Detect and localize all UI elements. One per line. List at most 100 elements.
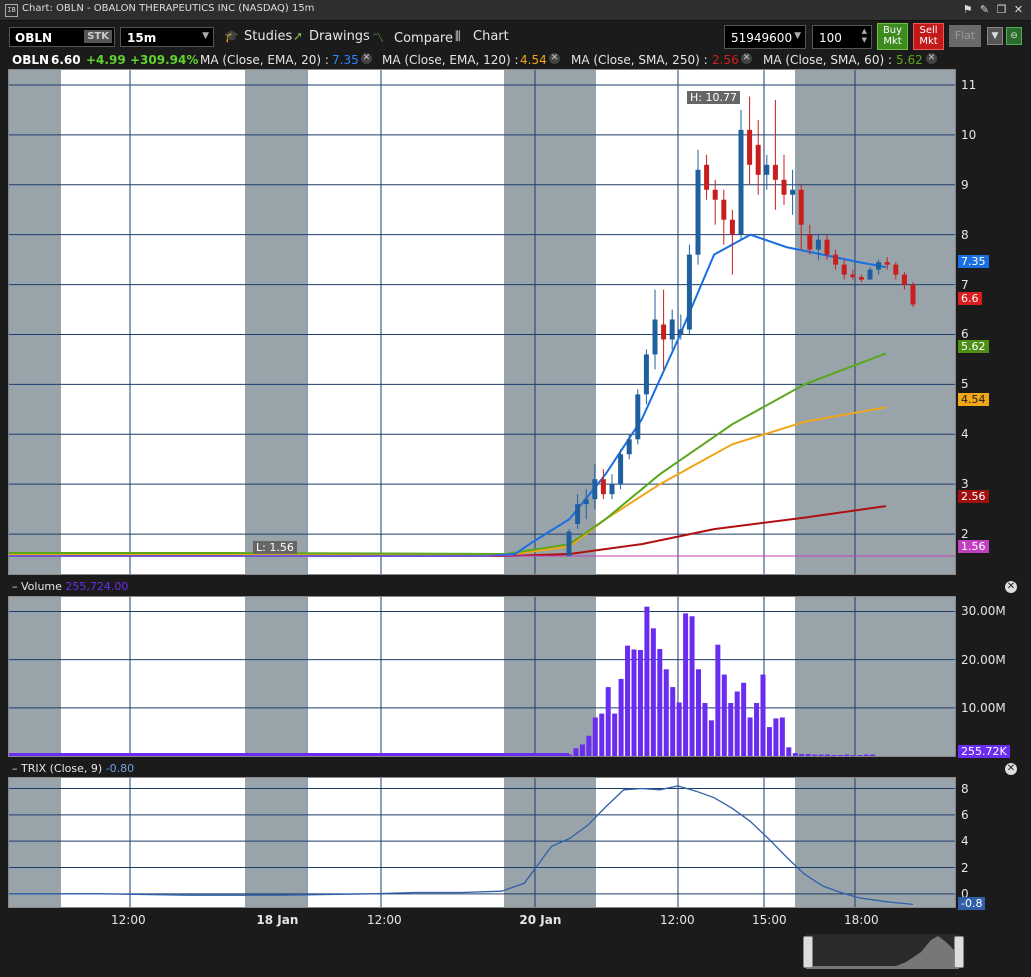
volume-bar	[805, 754, 811, 756]
sell-mkt-button[interactable]: Sell Mkt	[913, 23, 944, 50]
ema120-line	[9, 406, 887, 557]
studies-icon: 🎓	[224, 29, 239, 43]
candle-body	[583, 499, 589, 505]
compare-button[interactable]: 〽 Compare	[372, 29, 453, 46]
candle-body	[669, 319, 675, 340]
volume-bar	[567, 754, 572, 756]
price-tick-label: 5	[961, 377, 969, 392]
menu-dropdown-button[interactable]: ▼	[987, 27, 1003, 45]
time-tick-label: 18:00	[844, 913, 879, 927]
volume-bar	[837, 755, 843, 756]
volume-bar	[741, 682, 747, 756]
buy-mkt-button[interactable]: Buy Mkt	[877, 23, 908, 50]
candle-body	[592, 479, 598, 500]
price-tick-label: 4	[961, 427, 969, 442]
volume-bar	[618, 678, 624, 756]
volume-panel[interactable]	[8, 596, 956, 757]
close-window-icon[interactable]: ✕	[1012, 3, 1025, 16]
closed-session-band	[245, 778, 306, 907]
volume-bar	[573, 748, 579, 756]
candle-body	[738, 129, 744, 235]
remove-ma4-icon[interactable]: ✕	[926, 53, 937, 64]
drawings-button[interactable]: ➚ Drawings	[293, 29, 370, 44]
volume-panel-header: – Volume 255,724.00	[12, 580, 128, 593]
pin-icon[interactable]: ⚑	[961, 3, 974, 16]
timeframe-value: 15m	[127, 31, 157, 45]
volume-bar	[779, 717, 785, 756]
candle-body	[815, 239, 821, 250]
trix-tick-label: 8	[961, 781, 969, 796]
buy-label: Buy Mkt	[882, 25, 903, 47]
account-value: 51949600	[731, 31, 793, 45]
studies-label: Studies	[244, 29, 293, 44]
trix-tick-label: 6	[961, 807, 969, 822]
ma4-label: MA (Close, SMA, 60) :	[763, 53, 892, 67]
remove-ma2-icon[interactable]: ✕	[549, 53, 560, 64]
remove-ma1-icon[interactable]: ✕	[361, 53, 372, 64]
volume-bar	[605, 687, 611, 756]
quantity-stepper[interactable]: 100 ▲ ▼	[812, 25, 872, 49]
collapse-icon[interactable]: –	[12, 580, 18, 593]
candle-body	[781, 179, 787, 195]
time-tick-label: 18 Jan	[256, 913, 299, 927]
volume-bar	[592, 717, 598, 756]
candle-body	[635, 394, 641, 440]
trix-tag: -0.8	[958, 897, 986, 910]
volume-bar	[599, 713, 605, 756]
compare-label: Compare	[394, 31, 453, 46]
candle-body	[652, 319, 658, 355]
candle-body	[575, 504, 581, 525]
ma3-label: MA (Close, SMA, 250) :	[571, 53, 708, 67]
legend-last: 6.60	[51, 53, 81, 67]
trix-panel[interactable]	[8, 777, 956, 908]
window-title: Chart: OBLN - OBALON THERAPEUTICS INC (N…	[22, 3, 315, 14]
trix-value: -0.80	[105, 762, 135, 775]
candle-body	[764, 164, 770, 175]
volume-bar	[612, 713, 618, 756]
popout-icon[interactable]: ❐	[995, 3, 1008, 16]
flat-label: Flat	[954, 29, 976, 42]
volume-bar	[863, 754, 869, 756]
navigator-left-handle[interactable]	[803, 936, 813, 968]
volume-bar	[792, 753, 798, 756]
edit-window-icon[interactable]: ✎	[978, 3, 991, 16]
prev-close-tag: 1.56	[958, 540, 989, 553]
close-trix-icon[interactable]: ✕	[1005, 763, 1017, 775]
sma250-line	[9, 505, 887, 557]
studies-button[interactable]: 🎓 Studies	[224, 29, 292, 44]
drawings-label: Drawings	[309, 29, 370, 44]
remove-ma3-icon[interactable]: ✕	[741, 53, 752, 64]
close-volume-icon[interactable]: ✕	[1005, 581, 1017, 593]
volume-bar	[702, 703, 708, 756]
price-chart-panel[interactable]: H: 10.77 L: 1.56	[8, 69, 956, 575]
volume-label: Volume	[21, 580, 62, 593]
volume-bar	[657, 649, 663, 756]
candle-body	[661, 324, 667, 340]
navigator-right-handle[interactable]	[954, 936, 964, 968]
ma2-label: MA (Close, EMA, 120) :	[382, 53, 519, 67]
flat-button[interactable]: Flat	[949, 25, 981, 47]
volume-tick-label: 30.00M	[961, 604, 1006, 619]
time-navigator[interactable]	[803, 934, 964, 969]
volume-bar	[754, 703, 760, 756]
candle-body	[901, 274, 907, 285]
account-select[interactable]: 51949600 ▼	[724, 25, 806, 49]
last-price-tag: 6.6	[958, 292, 982, 305]
price-tick-label: 9	[961, 177, 969, 192]
collapse-icon[interactable]: –	[12, 762, 18, 775]
price-tick-label: 2	[961, 527, 969, 542]
symbol-input[interactable]: OBLN STK	[9, 27, 115, 47]
timeframe-select[interactable]: 15m ▼	[120, 27, 214, 47]
symbol-value: OBLN	[15, 31, 53, 45]
candle-body	[850, 274, 856, 278]
high-label: H: 10.77	[687, 91, 740, 104]
link-icon[interactable]: ⊖	[1006, 27, 1022, 45]
sec-type-badge: STK	[84, 30, 112, 43]
candle-body	[626, 439, 632, 455]
volume-tick-label: 10.00M	[961, 700, 1006, 715]
chart-type-button[interactable]: ⫼ Chart	[455, 29, 509, 44]
legend-symbol: OBLN	[12, 53, 50, 67]
navigator-sparkline	[806, 936, 959, 969]
chevron-down-icon: ▼	[794, 31, 801, 41]
volume-bar	[708, 720, 714, 756]
